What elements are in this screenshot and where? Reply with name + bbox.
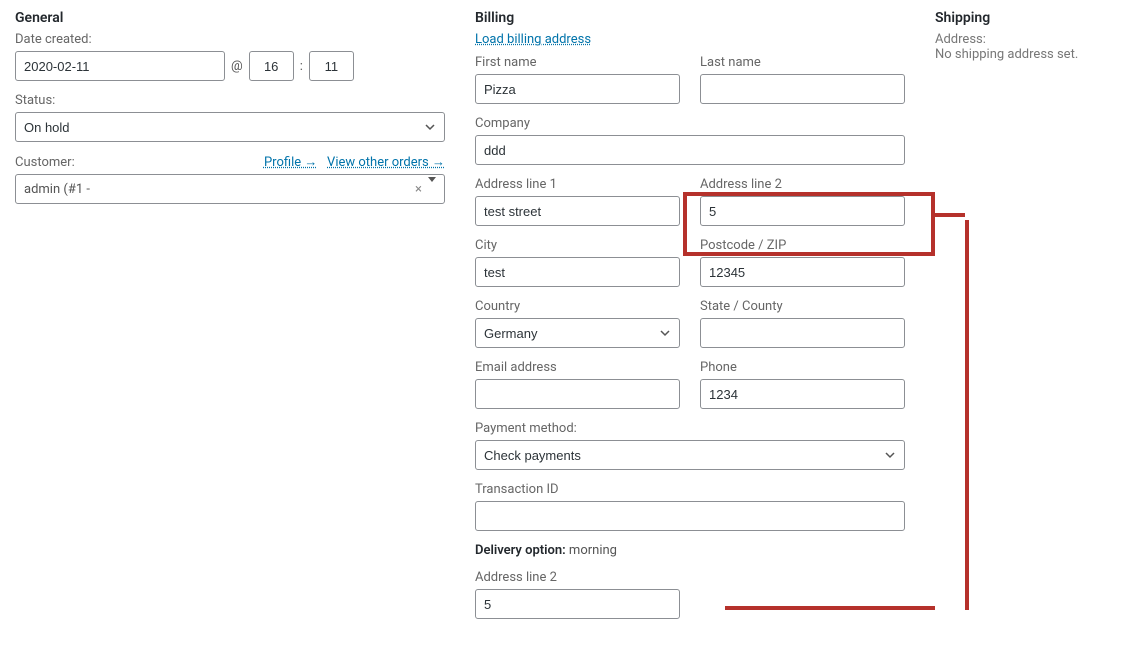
billing-heading: Billing	[475, 10, 905, 26]
annotation-line-bottom	[725, 606, 935, 610]
address2-input[interactable]	[700, 196, 905, 226]
last-name-label: Last name	[700, 55, 905, 70]
date-created-label: Date created:	[15, 32, 445, 47]
transaction-id-label: Transaction ID	[475, 482, 905, 497]
address2-label: Address line 2	[700, 177, 905, 192]
address1-input[interactable]	[475, 196, 680, 226]
payment-method-label: Payment method:	[475, 421, 905, 436]
company-input[interactable]	[475, 135, 905, 165]
country-select[interactable]: Germany	[475, 318, 680, 348]
state-label: State / County	[700, 299, 905, 314]
clear-customer-icon[interactable]: ×	[415, 182, 422, 197]
customer-label: Customer:	[15, 155, 75, 170]
postcode-input[interactable]	[700, 257, 905, 287]
city-input[interactable]	[475, 257, 680, 287]
customer-value: admin (#1 -	[24, 182, 90, 197]
payment-method-select[interactable]: Check payments	[475, 440, 905, 470]
delivery-option-label: Delivery option:	[475, 543, 566, 558]
transaction-id-input[interactable]	[475, 501, 905, 531]
shipping-address-label: Address:	[935, 32, 986, 47]
first-name-label: First name	[475, 55, 680, 70]
date-created-input[interactable]	[15, 51, 225, 81]
hour-input[interactable]	[249, 51, 294, 81]
extra-address2-label: Address line 2	[475, 570, 680, 585]
postcode-label: Postcode / ZIP	[700, 238, 905, 253]
profile-link[interactable]: Profile →	[264, 155, 317, 170]
customer-select[interactable]: admin (#1 - ×	[15, 174, 445, 204]
time-colon: :	[300, 59, 303, 74]
email-input[interactable]	[475, 379, 680, 409]
at-separator: @	[231, 59, 243, 74]
state-input[interactable]	[700, 318, 905, 348]
extra-address2-input[interactable]	[475, 589, 680, 619]
country-label: Country	[475, 299, 680, 314]
phone-label: Phone	[700, 360, 905, 375]
delivery-option-value: morning	[566, 543, 617, 558]
load-billing-link[interactable]: Load billing address	[475, 32, 591, 47]
general-heading: General	[15, 10, 445, 26]
city-label: City	[475, 238, 680, 253]
first-name-input[interactable]	[475, 74, 680, 104]
email-label: Email address	[475, 360, 680, 375]
status-label: Status:	[15, 93, 445, 108]
status-select[interactable]: On hold	[15, 112, 445, 142]
company-label: Company	[475, 116, 905, 131]
minute-input[interactable]	[309, 51, 354, 81]
shipping-heading: Shipping	[935, 10, 1107, 26]
shipping-no-address: No shipping address set.	[935, 47, 1078, 62]
chevron-down-icon[interactable]	[428, 177, 436, 197]
last-name-input[interactable]	[700, 74, 905, 104]
phone-input[interactable]	[700, 379, 905, 409]
address1-label: Address line 1	[475, 177, 680, 192]
view-orders-link[interactable]: View other orders →	[327, 155, 445, 170]
